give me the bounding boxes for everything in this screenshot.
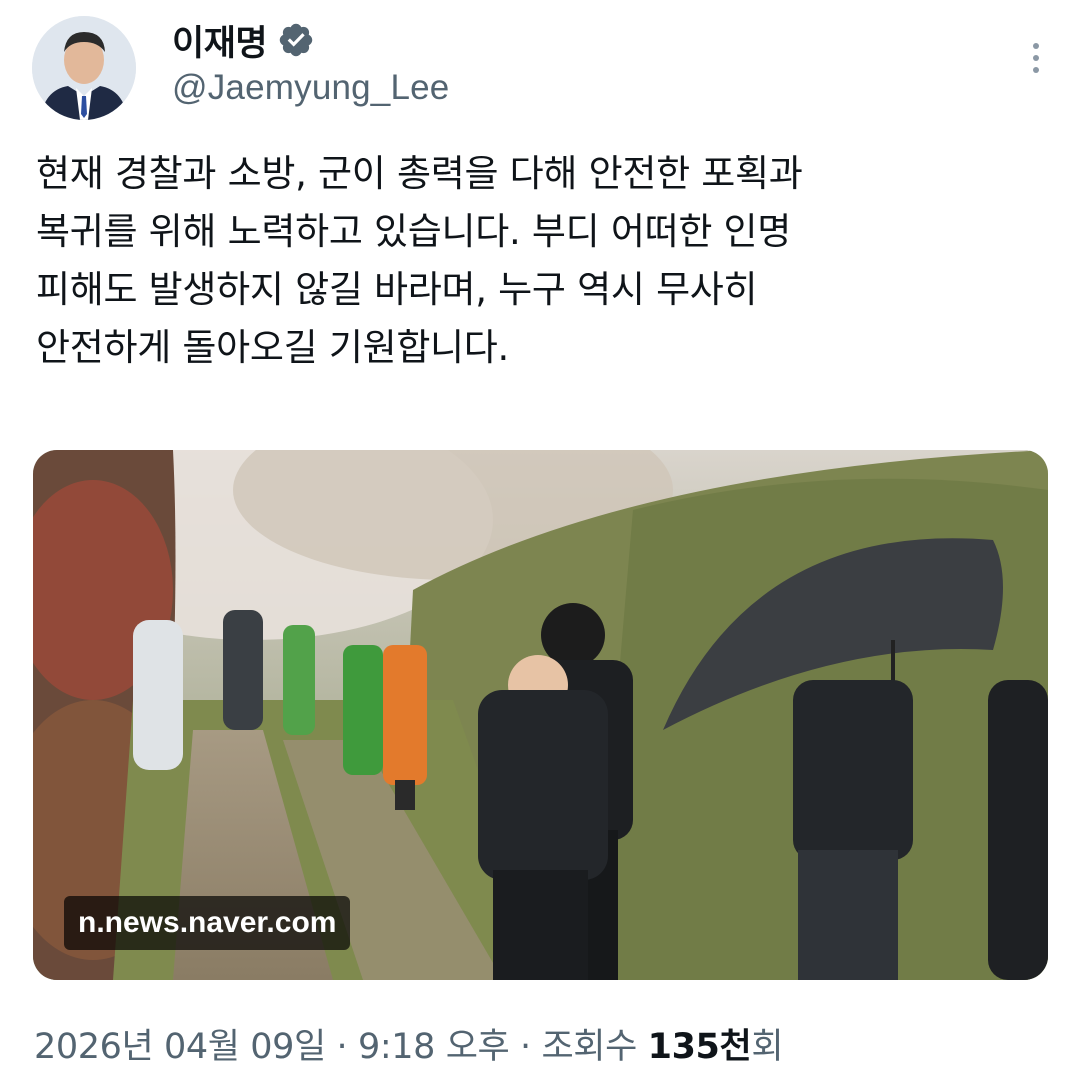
more-vertical-icon[interactable] [1024,36,1048,80]
tweet-text-line: 안전하게 돌아오길 기원합니다. [36,326,510,369]
meta-separator: · [509,1027,542,1067]
views-label: 조회수 [541,1027,648,1067]
tweet-date[interactable]: 2026년 04월 09일 [34,1027,326,1067]
menu-dot [1033,67,1039,73]
tweet-text: 현재 경찰과 소방, 군이 총력을 다해 안전한 포획과 복귀를 위해 노력하고… [36,145,1046,377]
views-count[interactable]: 135천 [648,1027,752,1067]
avatar-photo [32,16,136,120]
tweet-text-line: 복귀를 위해 노력하고 있습니다. 부디 어떠한 인명 [36,210,792,253]
media-source-label[interactable]: n.news.naver.com [64,896,351,950]
tweet-text-line: 피해도 발생하지 않길 바라며, 누구 역시 무사히 [36,268,758,311]
menu-dot [1033,55,1039,61]
author-avatar[interactable] [32,16,136,120]
author-display-name[interactable]: 이재명 [172,15,268,66]
tweet-time[interactable]: 9:18 오후 [358,1027,510,1067]
views-suffix: 회 [751,1027,784,1067]
verified-badge-icon[interactable] [277,21,315,59]
tweet-meta: 2026년 04월 09일 · 9:18 오후 · 조회수 135천회 [34,1018,784,1069]
author-handle[interactable]: @Jaemyung_Lee [172,68,449,108]
menu-dot [1033,43,1039,49]
meta-separator: · [325,1027,358,1067]
author-name-row: 이재명 [172,18,315,64]
tweet-text-line: 현재 경찰과 소방, 군이 총력을 다해 안전한 포획과 [36,152,803,195]
